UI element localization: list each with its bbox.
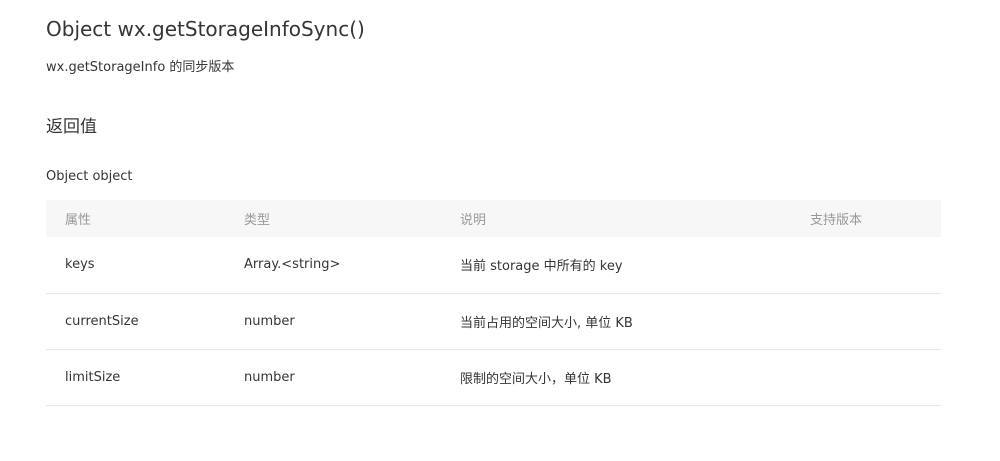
table-header-row: 属性 类型 说明 支持版本 <box>46 200 941 237</box>
table-row: keys Array.<string> 当前 storage 中所有的 key <box>46 237 941 294</box>
return-value-heading: 返回值 <box>46 117 97 137</box>
cell-property-name: limitSize <box>46 349 225 406</box>
cell-description: 限制的空间大小，单位 KB <box>441 349 791 406</box>
cell-property-name: keys <box>46 237 225 294</box>
cell-type: Array.<string> <box>225 237 441 294</box>
header-description: 说明 <box>441 200 791 237</box>
header-type: 类型 <box>225 200 441 237</box>
header-version: 支持版本 <box>791 200 941 237</box>
table-body: keys Array.<string> 当前 storage 中所有的 key … <box>46 237 941 406</box>
api-description: wx.getStorageInfo 的同步版本 <box>46 60 235 75</box>
return-object-type: Object object <box>46 169 133 184</box>
table-header: 属性 类型 说明 支持版本 <box>46 200 941 237</box>
api-title: Object wx.getStorageInfoSync() <box>46 17 365 41</box>
cell-type: number <box>225 293 441 350</box>
cell-description: 当前 storage 中所有的 key <box>441 237 791 294</box>
doc-page: Object wx.getStorageInfoSync() wx.getSto… <box>0 0 1000 461</box>
cell-version <box>791 349 941 406</box>
cell-description: 当前占用的空间大小, 单位 KB <box>441 293 791 350</box>
cell-type: number <box>225 349 441 406</box>
table-row: currentSize number 当前占用的空间大小, 单位 KB <box>46 293 941 350</box>
cell-version <box>791 293 941 350</box>
properties-table: 属性 类型 说明 支持版本 keys Array.<string> 当前 sto… <box>46 200 941 406</box>
header-property: 属性 <box>46 200 225 237</box>
cell-version <box>791 237 941 294</box>
table-row: limitSize number 限制的空间大小，单位 KB <box>46 349 941 406</box>
cell-property-name: currentSize <box>46 293 225 350</box>
